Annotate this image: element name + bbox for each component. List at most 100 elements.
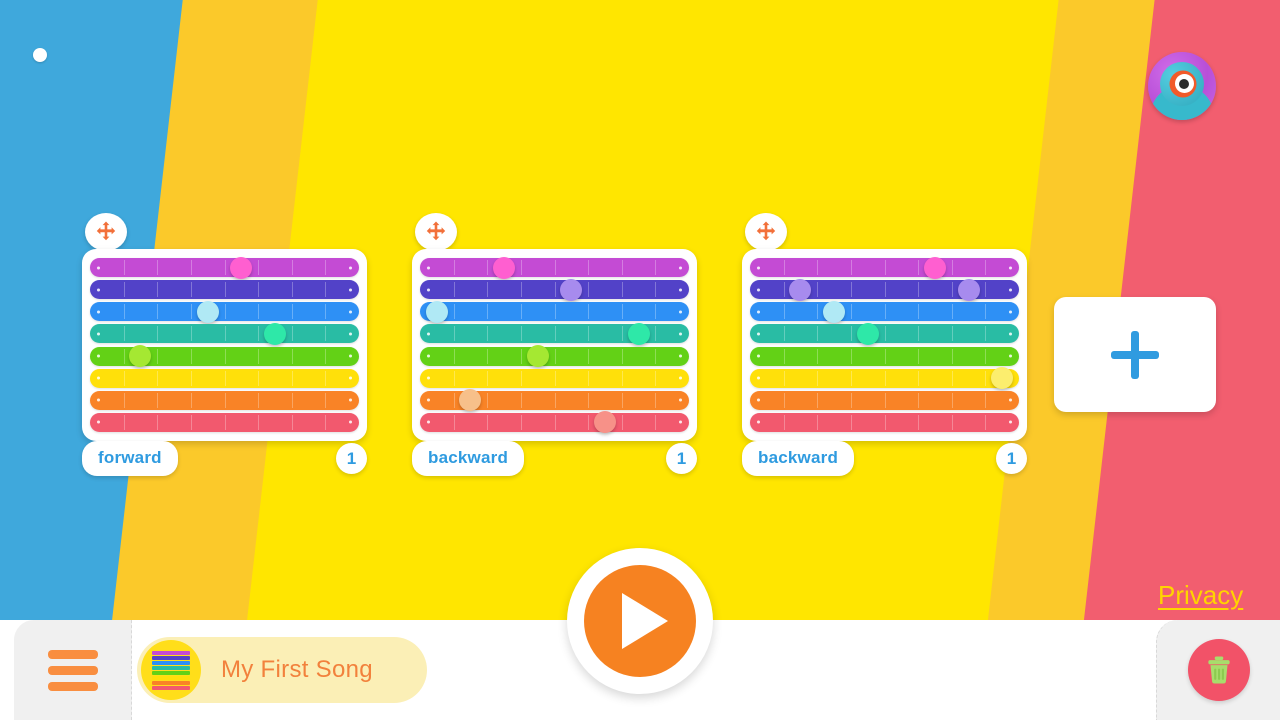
- note-dot[interactable]: [593, 411, 616, 434]
- slot-divider: [190, 326, 192, 342]
- track-end-marker: [97, 266, 100, 269]
- slot-divider: [621, 260, 623, 275]
- slot-divider: [884, 370, 886, 386]
- note-track-blue[interactable]: [90, 300, 359, 323]
- note-track-red[interactable]: [90, 412, 359, 432]
- slot-divider: [621, 370, 623, 386]
- note-track-red[interactable]: [420, 411, 689, 434]
- add-card-button[interactable]: [1054, 297, 1216, 412]
- move-arrows-icon: [756, 221, 776, 241]
- privacy-link[interactable]: Privacy: [1158, 580, 1243, 611]
- repeat-count-badge[interactable]: 1: [996, 443, 1027, 474]
- slot-divider: [554, 260, 556, 275]
- slot-divider: [554, 414, 556, 430]
- card-drag-handle[interactable]: [415, 213, 457, 251]
- trash-button[interactable]: [1187, 639, 1250, 701]
- slot-divider: [453, 348, 455, 364]
- note-dot[interactable]: [526, 345, 549, 368]
- slot-divider: [453, 370, 455, 386]
- slot-divider: [554, 392, 556, 408]
- slot-divider: [258, 282, 260, 298]
- note-track-teal[interactable]: [420, 322, 689, 345]
- note-dot[interactable]: [560, 278, 583, 301]
- note-dot[interactable]: [957, 278, 980, 301]
- note-dot[interactable]: [425, 300, 448, 323]
- note-track-yellow[interactable]: [750, 367, 1019, 390]
- note-track-green[interactable]: [90, 345, 359, 368]
- note-track-teal[interactable]: [750, 322, 1019, 345]
- slot-divider: [224, 370, 226, 386]
- track-end-marker: [757, 310, 760, 314]
- slot-divider: [224, 392, 226, 408]
- card-drag-handle[interactable]: [745, 213, 787, 251]
- slot-divider: [884, 260, 886, 275]
- note-dot[interactable]: [789, 278, 812, 301]
- slot-divider: [655, 326, 657, 342]
- command-label[interactable]: forward: [82, 441, 178, 476]
- track-end-marker: [97, 310, 100, 314]
- note-dot[interactable]: [991, 367, 1014, 390]
- menu-button[interactable]: [14, 620, 132, 720]
- card-drag-handle[interactable]: [85, 213, 127, 251]
- dash-robot-avatar[interactable]: [1148, 52, 1216, 120]
- slot-divider: [817, 260, 819, 275]
- play-button[interactable]: [567, 548, 713, 694]
- track-end-marker: [679, 310, 682, 314]
- note-track-orange[interactable]: [90, 390, 359, 410]
- note-dot[interactable]: [459, 389, 482, 412]
- repeat-count-badge[interactable]: 1: [666, 443, 697, 474]
- note-dot[interactable]: [263, 322, 286, 345]
- note-track-red[interactable]: [750, 412, 1019, 432]
- note-track-green[interactable]: [420, 345, 689, 368]
- slot-divider: [884, 348, 886, 364]
- note-track-green[interactable]: [750, 346, 1019, 366]
- slot-divider: [157, 370, 159, 386]
- note-track-blue[interactable]: [750, 300, 1019, 323]
- track-end-marker: [679, 376, 682, 380]
- slot-divider: [884, 304, 886, 320]
- note-track-yellow[interactable]: [90, 368, 359, 388]
- note-dot[interactable]: [493, 256, 516, 279]
- track-end-marker: [349, 288, 352, 292]
- delete-drop-zone[interactable]: [1156, 620, 1280, 720]
- track-end-marker: [427, 420, 430, 424]
- slot-divider: [817, 392, 819, 408]
- slot-divider: [453, 260, 455, 275]
- slot-divider: [588, 348, 590, 364]
- note-dot[interactable]: [627, 322, 650, 345]
- command-label[interactable]: backward: [742, 441, 855, 476]
- slot-divider: [884, 414, 886, 430]
- track-end-marker: [1009, 398, 1012, 402]
- note-track-magenta[interactable]: [420, 256, 689, 279]
- note-track-teal[interactable]: [90, 322, 359, 345]
- song-selector[interactable]: My First Song: [137, 637, 427, 703]
- robot-head-icon: [1160, 61, 1204, 106]
- note-track-blue[interactable]: [420, 300, 689, 323]
- note-dot[interactable]: [196, 300, 219, 323]
- repeat-count-badge[interactable]: 1: [336, 443, 367, 474]
- note-dot[interactable]: [823, 300, 846, 323]
- slot-divider: [520, 348, 522, 364]
- slot-divider: [190, 304, 192, 320]
- slot-divider: [520, 370, 522, 386]
- play-icon: [621, 593, 668, 649]
- slot-divider: [621, 304, 623, 320]
- slot-divider: [157, 348, 159, 364]
- note-track-indigo[interactable]: [90, 280, 359, 300]
- slot-divider: [850, 392, 852, 408]
- note-track-indigo[interactable]: [750, 278, 1019, 301]
- note-track-indigo[interactable]: [420, 278, 689, 301]
- note-track-magenta[interactable]: [750, 256, 1019, 279]
- slot-divider: [520, 326, 522, 342]
- note-dot[interactable]: [230, 256, 253, 279]
- slot-divider: [258, 414, 260, 430]
- track-end-marker: [679, 420, 682, 424]
- note-track-magenta[interactable]: [90, 256, 359, 279]
- command-label[interactable]: backward: [412, 441, 525, 476]
- note-dot[interactable]: [129, 345, 152, 368]
- note-dot[interactable]: [923, 256, 946, 279]
- note-track-orange[interactable]: [750, 390, 1019, 410]
- note-dot[interactable]: [856, 322, 879, 345]
- note-track-yellow[interactable]: [420, 368, 689, 388]
- note-track-orange[interactable]: [420, 389, 689, 412]
